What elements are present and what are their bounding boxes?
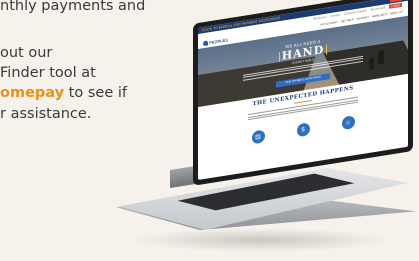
nav-item-about-us[interactable]: ABOUT US <box>390 10 403 15</box>
headline-bar-left <box>278 52 280 63</box>
nav-item-my-account[interactable]: MY ACCOUNT <box>321 20 338 26</box>
nav-item-get-help[interactable]: GET HELP <box>341 18 354 23</box>
people-icon[interactable]: ☺ <box>341 115 355 131</box>
section-divider <box>294 99 312 104</box>
nav-item-more-info[interactable]: MORE INFO <box>372 13 387 18</box>
logo-text: PEOPLES <box>209 36 228 45</box>
hand-dollar-icon[interactable]: $ <box>296 122 310 138</box>
document-icon[interactable]: ▤ <box>251 129 265 145</box>
hero-person <box>378 49 384 65</box>
laptop-shadow <box>130 228 390 252</box>
nav-item-support[interactable]: SUPPORT <box>357 15 370 20</box>
hero-person-helper <box>369 57 374 70</box>
headline-bar-right <box>326 44 328 55</box>
logo-mark-icon <box>203 39 208 46</box>
laptop: CLICK TO ENROLL FOR PAYMENT ASSISTANCE R… <box>0 0 419 261</box>
